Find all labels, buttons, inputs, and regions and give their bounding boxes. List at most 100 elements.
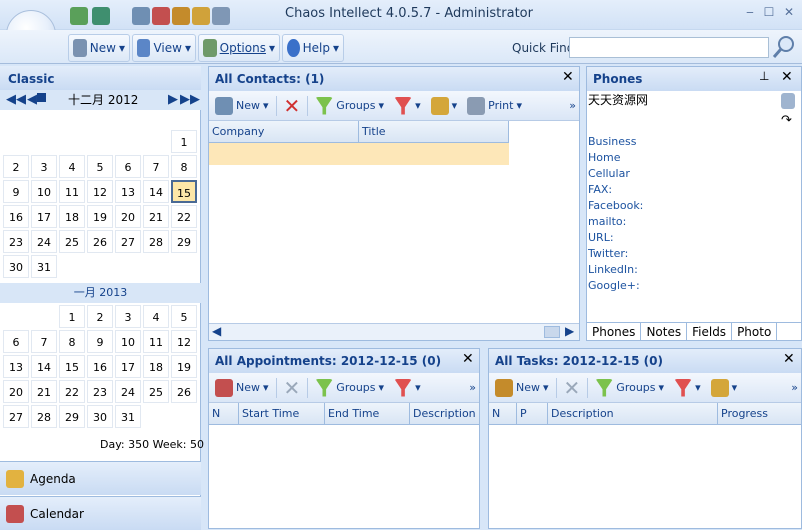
tab-photo[interactable]: Photo bbox=[732, 323, 778, 340]
calendar-day[interactable]: 5 bbox=[87, 155, 113, 178]
close-icon[interactable]: ✕ bbox=[783, 351, 795, 367]
filter-button[interactable]: ▾ bbox=[671, 378, 704, 397]
calendar-day[interactable]: 18 bbox=[59, 205, 85, 228]
scroll-right-icon[interactable]: ▶ bbox=[565, 324, 574, 338]
tree-button[interactable]: ▾ bbox=[708, 378, 741, 397]
calendar-day[interactable]: 29 bbox=[171, 230, 197, 253]
col-n[interactable]: N bbox=[209, 403, 239, 424]
calendar-day[interactable]: 6 bbox=[3, 330, 29, 353]
calendar-day[interactable]: 4 bbox=[59, 155, 85, 178]
groups-button[interactable]: Groups ▾ bbox=[312, 378, 387, 397]
nav-calendar[interactable]: Calendar bbox=[0, 496, 201, 530]
close-icon[interactable]: ✕ bbox=[781, 69, 793, 85]
calendar-day[interactable]: 18 bbox=[143, 355, 169, 378]
calendar-day[interactable]: 30 bbox=[3, 255, 29, 278]
tab-fields[interactable]: Fields bbox=[687, 323, 733, 340]
calendar-day[interactable]: 17 bbox=[115, 355, 141, 378]
calendar-day[interactable]: 1 bbox=[171, 130, 197, 153]
calendar-day[interactable]: 25 bbox=[59, 230, 85, 253]
calendar-icon[interactable] bbox=[152, 7, 170, 25]
calendar-day[interactable]: 7 bbox=[31, 330, 57, 353]
refresh-icon[interactable] bbox=[92, 7, 110, 25]
calendar-day[interactable]: 28 bbox=[143, 230, 169, 253]
options-menu-button[interactable]: Options ▾ bbox=[198, 34, 280, 62]
calendar-day[interactable]: 19 bbox=[87, 205, 113, 228]
overflow-icon[interactable]: » bbox=[569, 99, 576, 112]
tab-phones[interactable]: Phones bbox=[587, 323, 642, 340]
quick-find-input[interactable] bbox=[569, 37, 769, 58]
close-icon[interactable]: ✕ bbox=[462, 351, 474, 367]
contact-card-icon[interactable] bbox=[132, 7, 150, 25]
col-n[interactable]: N bbox=[489, 403, 517, 424]
calendar-day[interactable]: 9 bbox=[87, 330, 113, 353]
new-contact-button[interactable]: New ▾ bbox=[212, 96, 272, 115]
calendar-day[interactable]: 24 bbox=[31, 230, 57, 253]
maximize-button[interactable]: ☐ bbox=[762, 5, 776, 19]
calendar-day[interactable]: 25 bbox=[143, 380, 169, 403]
new-menu-button[interactable]: New ▾ bbox=[68, 34, 130, 62]
calendar-day[interactable]: 20 bbox=[115, 205, 141, 228]
task-check-icon[interactable] bbox=[172, 7, 190, 25]
scroll-left-icon[interactable]: ◀ bbox=[212, 324, 221, 338]
calendar-day[interactable]: 19 bbox=[171, 355, 197, 378]
calendar-day[interactable]: 27 bbox=[3, 405, 29, 428]
calendar-day[interactable]: 2 bbox=[3, 155, 29, 178]
calendar-day[interactable]: 12 bbox=[87, 180, 113, 203]
calendar-day[interactable]: 28 bbox=[31, 405, 57, 428]
calendar-day[interactable]: 31 bbox=[115, 405, 141, 428]
calendar-day[interactable]: 14 bbox=[31, 355, 57, 378]
calendar-day[interactable]: 11 bbox=[143, 330, 169, 353]
calendar-day[interactable]: 16 bbox=[87, 355, 113, 378]
calendar-day[interactable]: 26 bbox=[171, 380, 197, 403]
copy-icon[interactable] bbox=[781, 93, 795, 109]
search-button[interactable] bbox=[771, 34, 797, 60]
calendar-day[interactable]: 15 bbox=[59, 355, 85, 378]
calendar-day[interactable]: 8 bbox=[59, 330, 85, 353]
calendar-day[interactable]: 6 bbox=[115, 155, 141, 178]
calendar-day[interactable]: 10 bbox=[31, 180, 57, 203]
calendar-day[interactable]: 26 bbox=[87, 230, 113, 253]
calendar-day[interactable]: 22 bbox=[59, 380, 85, 403]
view-menu-button[interactable]: View ▾ bbox=[132, 34, 196, 62]
calendar-day[interactable]: 16 bbox=[3, 205, 29, 228]
calendar-day[interactable]: 24 bbox=[115, 380, 141, 403]
scroll-thumb[interactable] bbox=[544, 326, 560, 338]
nav-agenda[interactable]: Agenda bbox=[0, 461, 201, 495]
calendar-day[interactable]: 7 bbox=[143, 155, 169, 178]
calendar-day[interactable]: 3 bbox=[31, 155, 57, 178]
close-icon[interactable]: ✕ bbox=[562, 69, 574, 85]
pin-icon[interactable]: ⊥ bbox=[759, 69, 769, 83]
col-start-time[interactable]: Start Time bbox=[239, 403, 325, 424]
col-p[interactable]: P bbox=[517, 403, 548, 424]
calendar-day[interactable]: 23 bbox=[3, 230, 29, 253]
sync-icon[interactable] bbox=[70, 7, 88, 25]
tab-notes[interactable]: Notes bbox=[641, 323, 688, 340]
calendar-day[interactable]: 11 bbox=[59, 180, 85, 203]
calendar-day[interactable]: 13 bbox=[115, 180, 141, 203]
tree-button[interactable]: ▾ bbox=[428, 96, 461, 115]
next-year-icon[interactable]: ▶▶ bbox=[180, 92, 200, 107]
col-description[interactable]: Description bbox=[548, 403, 718, 424]
filter-button[interactable]: ▾ bbox=[391, 378, 424, 397]
calendar-day[interactable]: 31 bbox=[31, 255, 57, 278]
calendar-day[interactable]: 21 bbox=[31, 380, 57, 403]
redo-icon[interactable]: ↷ bbox=[781, 113, 792, 128]
calendar-day[interactable]: 30 bbox=[87, 405, 113, 428]
calendar-day[interactable]: 1 bbox=[59, 305, 85, 328]
calendar-day[interactable]: 2 bbox=[87, 305, 113, 328]
calendar-day[interactable]: 13 bbox=[3, 355, 29, 378]
calendar-day[interactable]: 20 bbox=[3, 380, 29, 403]
overflow-icon[interactable]: » bbox=[469, 381, 476, 394]
print-button[interactable]: Print ▾ bbox=[464, 96, 525, 115]
calendar-day[interactable]: 22 bbox=[171, 205, 197, 228]
export-icon[interactable] bbox=[212, 7, 230, 25]
help-menu-button[interactable]: Help ▾ bbox=[282, 34, 344, 62]
col-title[interactable]: Title bbox=[359, 121, 509, 142]
calendar-day[interactable]: 15 bbox=[171, 180, 197, 203]
calendar-day[interactable]: 29 bbox=[59, 405, 85, 428]
prev-month-icon[interactable]: ◀ bbox=[27, 92, 37, 107]
calendar-day[interactable]: 21 bbox=[143, 205, 169, 228]
calendar-day[interactable]: 3 bbox=[115, 305, 141, 328]
clock-icon[interactable] bbox=[192, 7, 210, 25]
col-end-time[interactable]: End Time bbox=[325, 403, 410, 424]
